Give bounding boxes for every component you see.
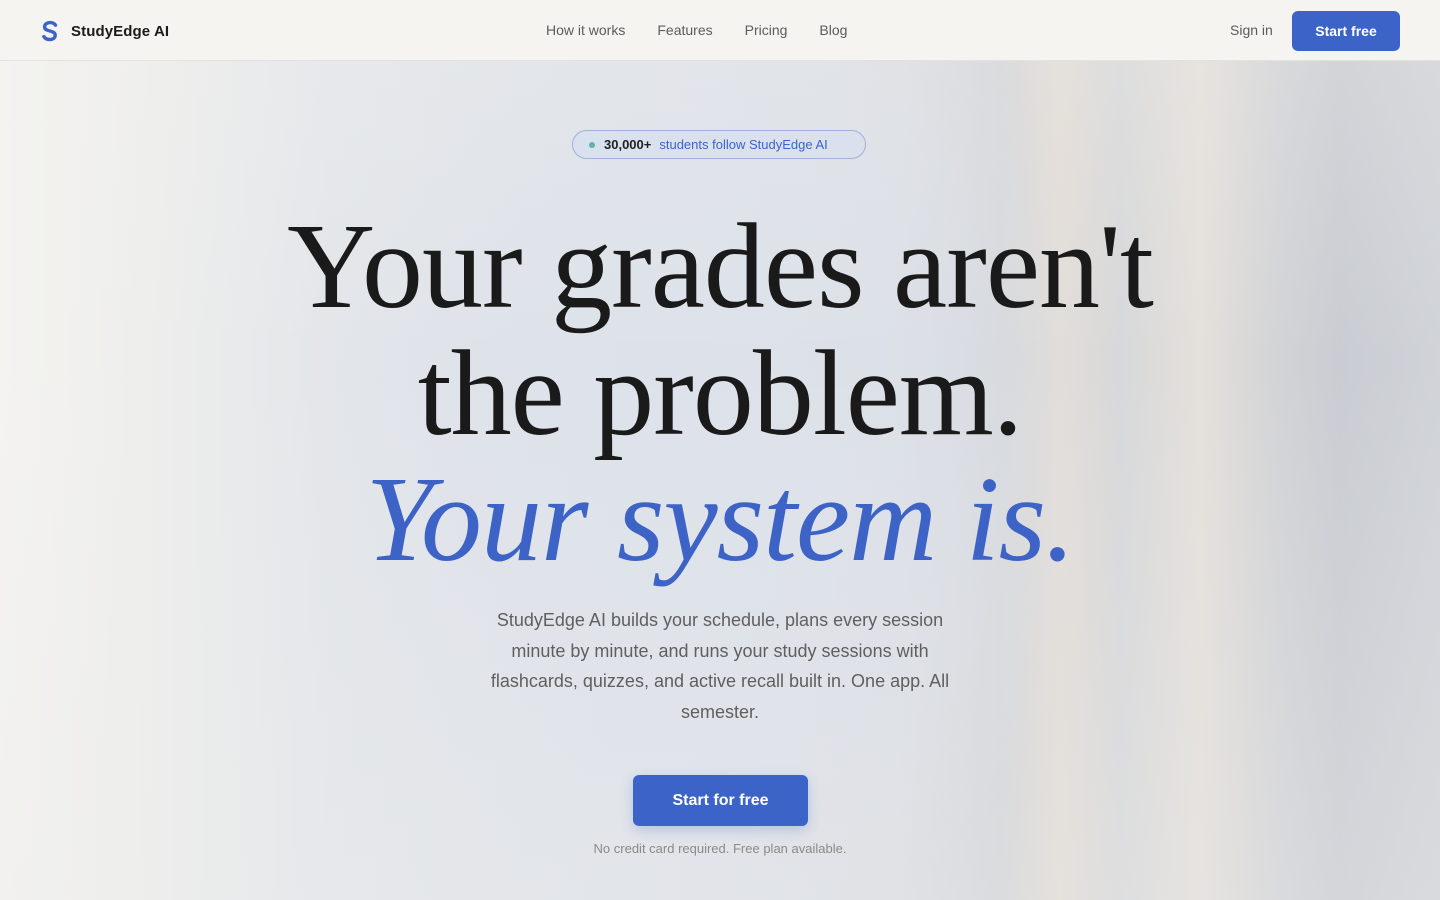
hero-section: 30,000+ students follow StudyEdge AI You… — [0, 61, 1440, 900]
top-navbar: StudyEdge AI How it works Features Prici… — [0, 0, 1440, 61]
main-nav: How it works Features Pricing Blog — [546, 22, 879, 38]
start-free-button[interactable]: Start free — [1292, 11, 1400, 51]
status-dot-icon — [589, 141, 595, 148]
start-for-free-button[interactable]: Start for free — [633, 775, 808, 826]
badge-text: students follow StudyEdge AI — [659, 137, 828, 152]
hero-description: StudyEdge AI builds your schedule, plans… — [490, 610, 950, 722]
brand-name: StudyEdge AI — [71, 22, 170, 40]
nav-features[interactable]: Features — [657, 22, 712, 38]
nav-blog[interactable]: Blog — [819, 22, 847, 38]
headline-line-2: the problem. — [417, 326, 1024, 461]
social-proof-badge: 30,000+ students follow StudyEdge AI — [572, 130, 866, 159]
s-logo-icon — [40, 20, 60, 42]
no-credit-card-note: No credit card required. Free plan avail… — [593, 841, 847, 856]
nav-pricing[interactable]: Pricing — [745, 22, 788, 38]
nav-how-it-works[interactable]: How it works — [546, 22, 625, 38]
headline-line-1: Your grades aren't — [287, 199, 1154, 334]
sign-in-link[interactable]: Sign in — [1230, 22, 1273, 38]
headline-line-3-accent: Your system is. — [365, 452, 1075, 587]
brand-logo-link[interactable]: StudyEdge AI — [40, 20, 169, 42]
student-count: 30,000+ — [604, 137, 652, 152]
